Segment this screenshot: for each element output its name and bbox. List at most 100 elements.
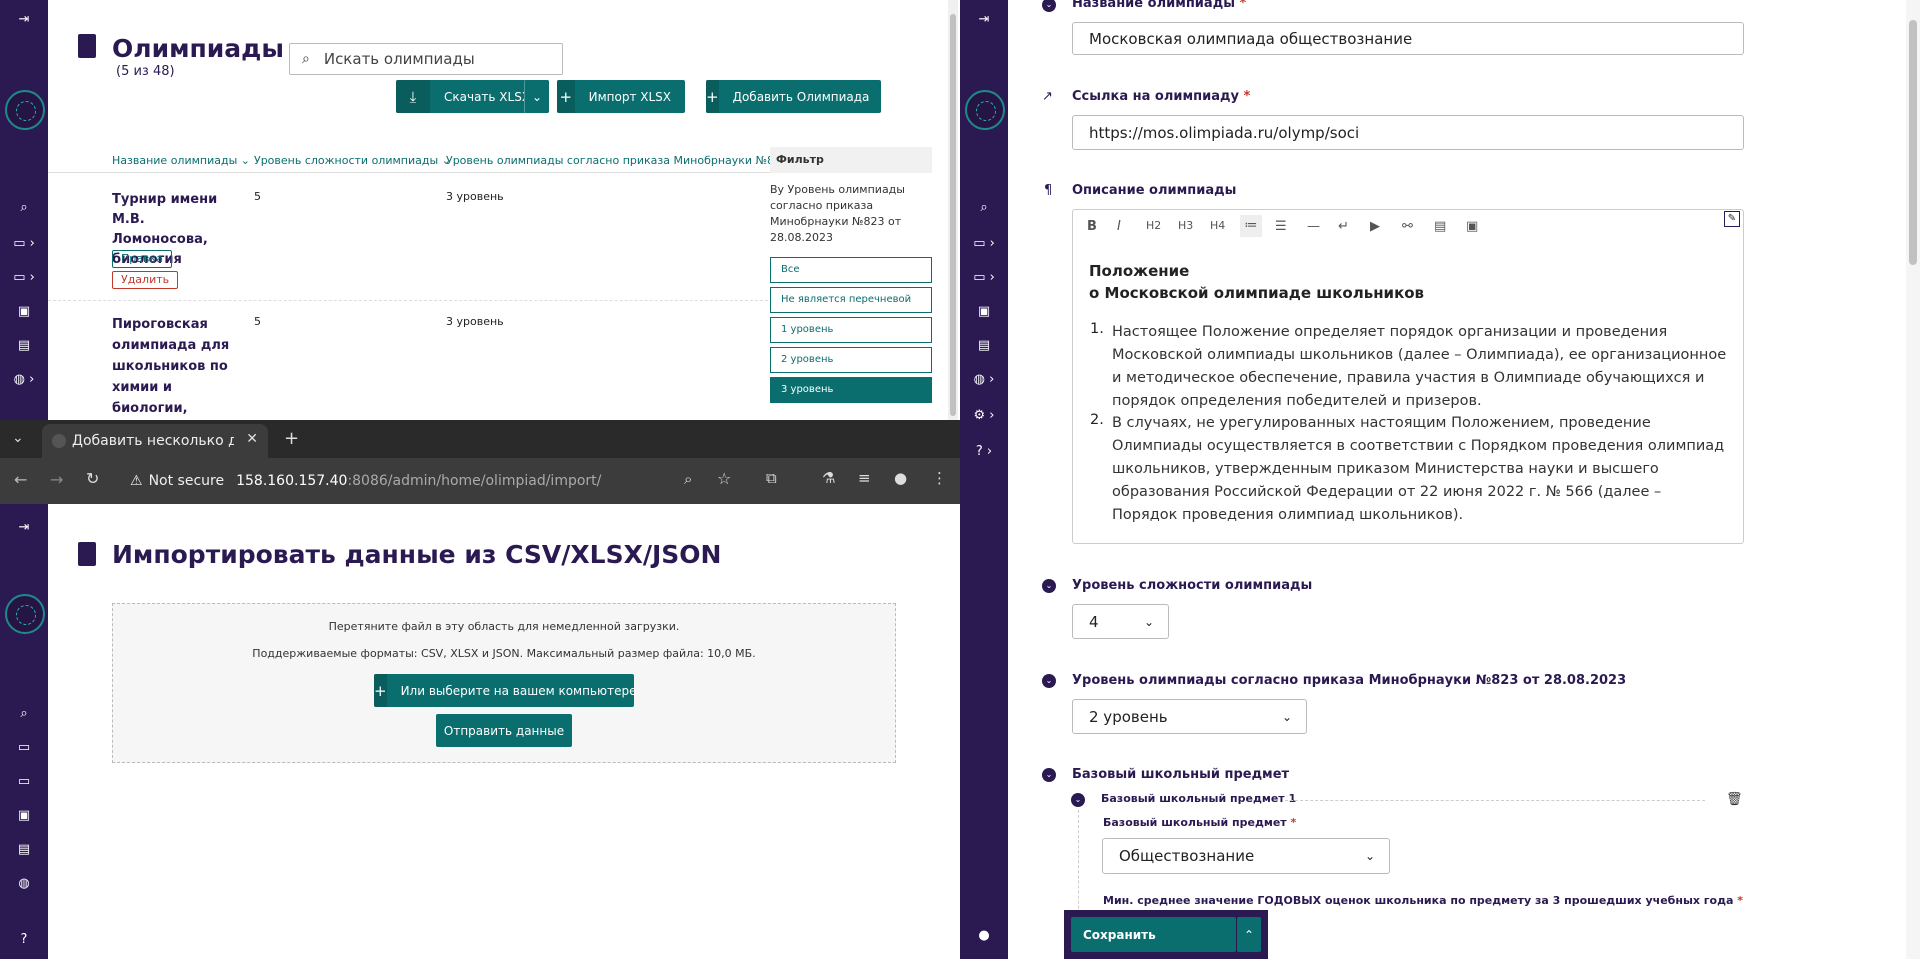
chevron-down-icon: ⌄ — [1364, 849, 1375, 863]
help-icon[interactable]: ? — [0, 932, 48, 947]
subject-item-label: Базовый школьный предмет 1 — [1101, 792, 1297, 805]
image-icon[interactable]: ▣ — [960, 304, 1008, 319]
link-icon[interactable]: ⚯ — [1402, 219, 1413, 234]
folder-icon[interactable]: ▭ › — [960, 236, 1008, 251]
image-icon[interactable]: ▣ — [1466, 219, 1478, 234]
folder-open-icon[interactable]: ▭ — [0, 774, 48, 789]
help-icon[interactable]: ? › — [960, 444, 1008, 459]
row-1-delete-button[interactable]: Удалить — [112, 271, 179, 289]
row-1-edit-button[interactable]: Правка — [112, 250, 172, 268]
close-tab-icon[interactable]: ✕ — [246, 431, 258, 447]
search-icon[interactable]: ⌕ — [0, 200, 48, 215]
globe-icon[interactable]: ◍ › — [0, 372, 48, 387]
editor-pin-icon[interactable]: ✎ — [1724, 211, 1740, 227]
supported-formats: Поддерживаемые форматы: CSV, XLSX и JSON… — [252, 647, 756, 660]
labs-icon[interactable]: ⚗ — [822, 469, 835, 487]
image-icon[interactable]: ▣ — [0, 808, 48, 823]
collapse-sidebar-icon[interactable]: ⇥ — [0, 12, 48, 27]
line-break-icon[interactable]: ↵ — [1338, 219, 1349, 234]
difficulty-select[interactable]: 4 ⌄ — [1072, 604, 1169, 639]
file-icon[interactable]: ▤ — [1434, 219, 1446, 234]
name-input[interactable]: Московская олимпиада обществознание — [1072, 22, 1744, 55]
link-input[interactable]: https://mos.olimpiada.ru/olymp/soci — [1072, 115, 1744, 150]
filter-option-level-2[interactable]: 2 уровень — [770, 347, 932, 373]
filter-option-all[interactable]: Все — [770, 257, 932, 283]
search-icon[interactable]: ⌕ — [960, 200, 1008, 215]
profile-icon[interactable]: ● — [894, 469, 907, 487]
collapse-subject-icon[interactable]: ⌄ — [1042, 768, 1056, 782]
tab-list-icon[interactable]: ⌄ — [12, 430, 24, 446]
logo — [965, 90, 1005, 130]
ordered-list-icon[interactable]: ≔ — [1240, 215, 1262, 237]
desc-item-2-number: 2. — [1090, 412, 1104, 428]
collapse-sidebar-icon[interactable]: ⇥ — [960, 12, 1008, 27]
globe-icon[interactable]: ◍ › — [960, 372, 1008, 387]
search-input[interactable]: Искать олимпиады — [324, 50, 475, 68]
submit-data-button[interactable]: Отправить данные — [436, 714, 572, 747]
reload-icon[interactable]: ↻ — [86, 469, 99, 488]
tab-favicon — [52, 434, 66, 448]
save-options-button[interactable]: ⌃ — [1237, 917, 1261, 952]
folder-open-icon[interactable]: ▭ › — [0, 270, 48, 285]
menu-icon[interactable]: ⋮ — [932, 469, 947, 487]
name-label: Название олимпиады * — [1072, 0, 1247, 11]
desc-item-1: Настоящее Положение определяет порядок о… — [1112, 324, 1727, 409]
globe-icon[interactable]: ◍ — [0, 876, 48, 891]
collapse-subject-item-icon[interactable]: ⌄ — [1071, 793, 1085, 807]
forward-icon[interactable]: → — [50, 470, 63, 489]
download-options-button[interactable]: ⌄ — [524, 80, 549, 113]
order-level-select[interactable]: 2 уровень ⌄ — [1072, 699, 1307, 734]
left-top-scrollbar[interactable] — [948, 0, 958, 420]
document-icon — [78, 542, 96, 566]
filter-option-not-listed[interactable]: Не является перечневой — [770, 287, 932, 313]
filter-option-level-3[interactable]: 3 уровень — [770, 377, 932, 403]
external-link-icon: ↗ — [1042, 89, 1053, 104]
right-scrollbar[interactable] — [1906, 0, 1920, 959]
h4-button[interactable]: H4 — [1210, 219, 1225, 232]
folder-icon[interactable]: ▭ — [0, 740, 48, 755]
col-header-name[interactable]: Название олимпиады ⌄ — [112, 154, 250, 167]
collapse-sidebar-icon[interactable]: ⇥ — [0, 520, 48, 535]
save-button[interactable]: Сохранить — [1071, 917, 1236, 952]
browser-tab[interactable]: Добавить несколько доку ✕ — [42, 424, 268, 458]
back-icon[interactable]: ← — [14, 470, 27, 489]
collapse-difficulty-icon[interactable]: ⌄ — [1042, 579, 1056, 593]
min-avg-label: Мин. среднее значение ГОДОВЫХ оценок шко… — [1103, 894, 1744, 907]
folder-open-icon[interactable]: ▭ › — [960, 270, 1008, 285]
new-tab-icon[interactable]: + — [284, 428, 299, 449]
document-icon[interactable]: ▤ — [960, 338, 1008, 353]
settings-icon[interactable]: ⚙ › — [960, 408, 1008, 423]
logo — [5, 594, 45, 634]
search-box[interactable]: ⌕ Искать олимпиады — [289, 43, 563, 75]
desc-label: Описание олимпиады — [1072, 183, 1237, 198]
bullet-list-icon[interactable]: ☰ — [1275, 219, 1287, 234]
filter-option-level-1[interactable]: 1 уровень — [770, 317, 932, 343]
trash-icon[interactable]: 🗑 — [1726, 792, 1743, 807]
col-header-difficulty[interactable]: Уровень сложности олимпиады ⌄ — [254, 154, 451, 167]
document-icon[interactable]: ▤ — [0, 338, 48, 353]
bold-button[interactable]: B — [1087, 219, 1097, 234]
search-icon[interactable]: ⌕ — [0, 706, 48, 721]
collapse-order-level-icon[interactable]: ⌄ — [1042, 674, 1056, 688]
subject-select[interactable]: Обществознание ⌄ — [1102, 838, 1390, 874]
add-olympiad-button[interactable]: + Добавить Олимпиада — [706, 80, 881, 113]
video-icon[interactable]: ▶ — [1370, 219, 1380, 234]
account-icon[interactable]: ● — [960, 928, 1008, 943]
italic-button[interactable]: I — [1117, 219, 1121, 234]
search-icon: ⌕ — [302, 51, 310, 67]
folder-icon[interactable]: ▭ › — [0, 236, 48, 251]
h2-button[interactable]: H2 — [1146, 219, 1161, 232]
subject-label: Базовый школьный предмет — [1072, 767, 1290, 782]
h3-button[interactable]: H3 — [1178, 219, 1193, 232]
desc-heading-1: Положение — [1089, 262, 1190, 280]
choose-file-button[interactable]: + Или выберите на вашем компьютере — [374, 674, 636, 707]
import-xlsx-button[interactable]: + Импорт XLSX — [557, 80, 685, 113]
bookmark-star-icon[interactable]: ☆ — [717, 469, 731, 488]
horizontal-rule-icon[interactable]: — — [1307, 219, 1320, 234]
document-icon[interactable]: ▤ — [0, 842, 48, 857]
zoom-icon[interactable]: ⌕ — [684, 470, 692, 488]
media-icon[interactable]: ≡ — [858, 469, 871, 487]
extensions-icon[interactable]: ⧉ — [766, 469, 777, 487]
image-icon[interactable]: ▣ — [0, 304, 48, 319]
address-bar[interactable]: ⚠ Not secure 158.160.157.40:8086/admin/h… — [120, 464, 710, 498]
